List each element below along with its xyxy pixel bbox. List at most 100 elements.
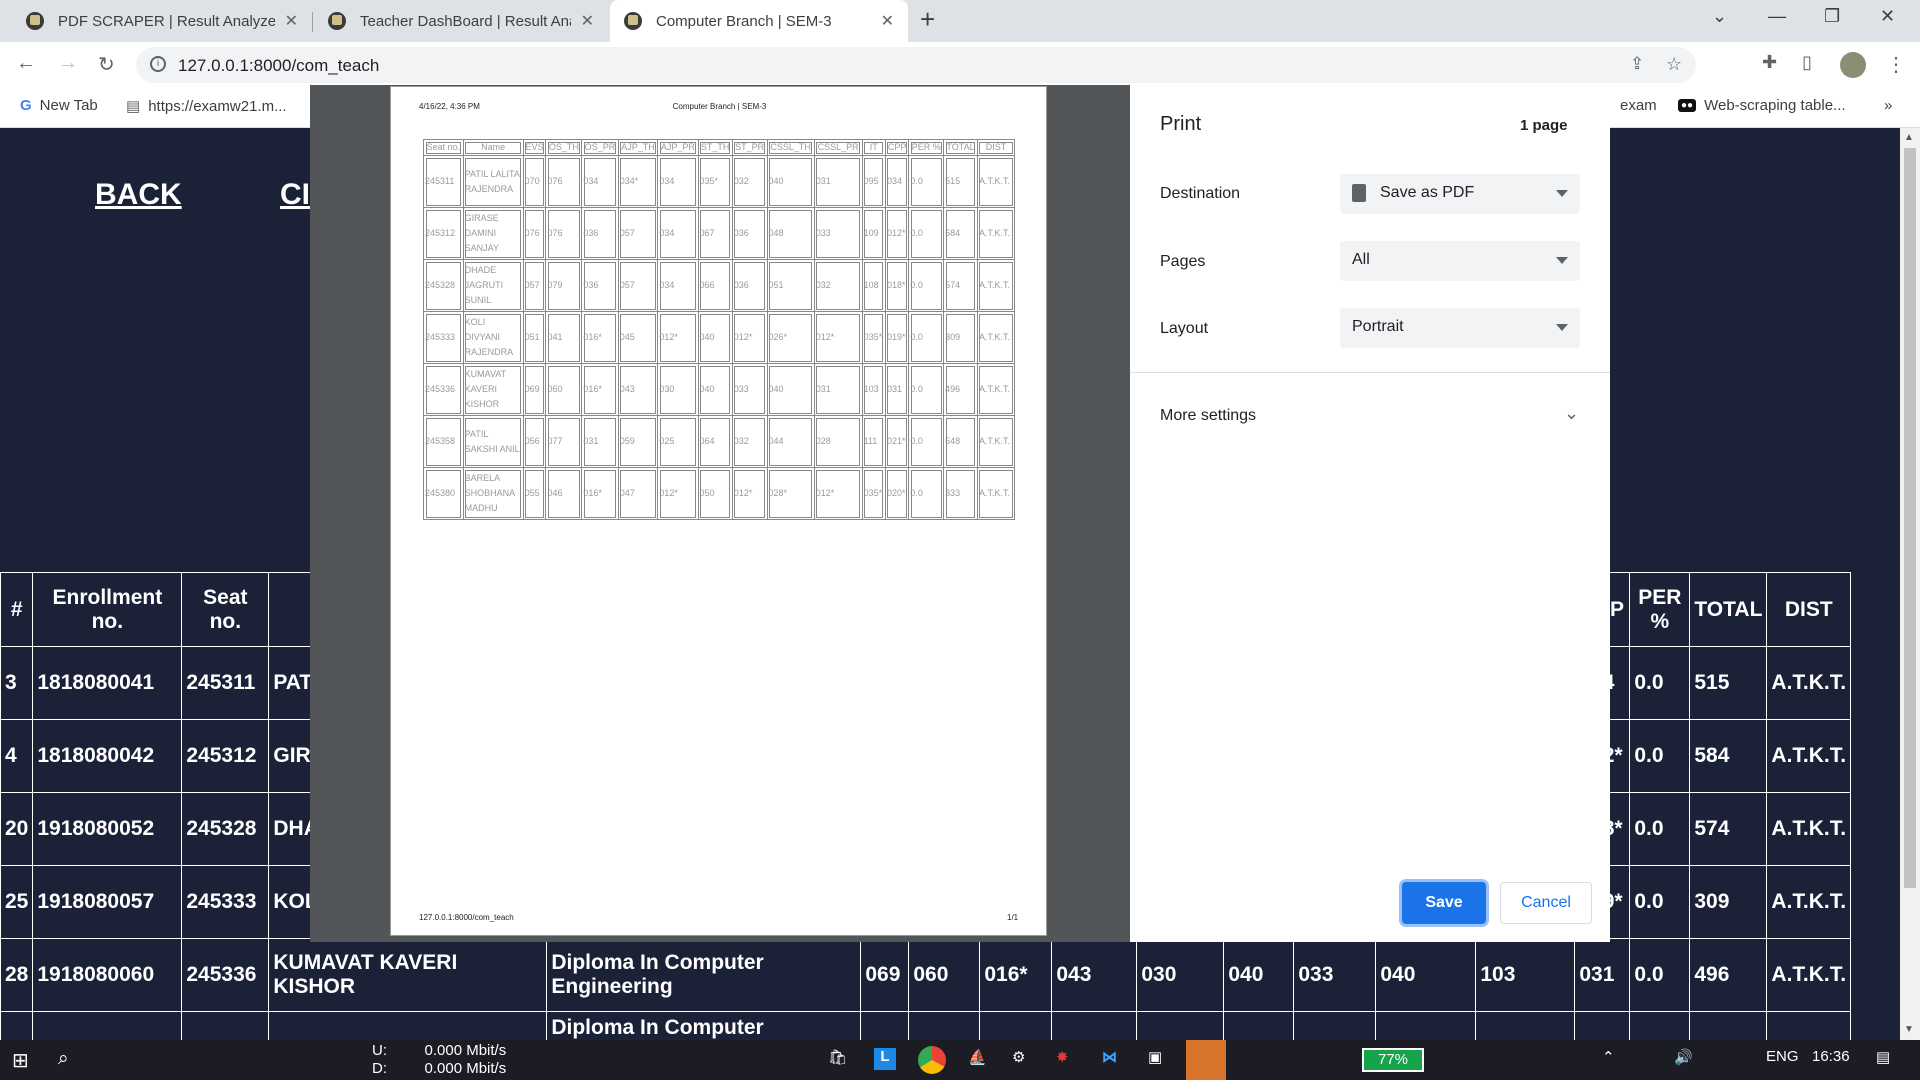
avatar[interactable] xyxy=(1840,52,1866,78)
tab-pdf-scraper[interactable]: PDF SCRAPER | Result Analyzer S ✕ xyxy=(12,0,312,42)
scrollbar-thumb[interactable] xyxy=(1904,148,1916,888)
share-icon[interactable]: ⇪ xyxy=(1630,54,1644,74)
save-button[interactable]: Save xyxy=(1402,882,1486,924)
preview-table: Seat no. Name EVS OS_TH OS_PR AJP_TH AJP_PR ST_… xyxy=(423,139,1016,520)
taskbar-overflow-icon[interactable]: ⌃ xyxy=(1602,1048,1615,1066)
preview-cell: 0.0 xyxy=(908,467,945,520)
preview-cell: 051 xyxy=(766,259,815,312)
destination-value: Save as PDF xyxy=(1380,184,1475,201)
windows-start-icon[interactable]: ⊞ xyxy=(12,1048,29,1073)
tab-search-icon[interactable]: ⌄ xyxy=(1712,6,1727,27)
bookmarks-overflow-icon[interactable]: » xyxy=(1884,97,1892,114)
preview-cell: 496 xyxy=(943,363,978,416)
bookmark-new-tab[interactable]: G New Tab xyxy=(20,97,98,114)
table-row: 28 1918080060 245336 KUMAVAT KAVERI KISH… xyxy=(0,938,1852,1012)
app-red-icon[interactable]: ✸ xyxy=(1056,1048,1069,1066)
address-bar[interactable]: i 127.0.0.1:8000/com_teach ☆ ⇪ xyxy=(136,47,1696,83)
minimize-icon[interactable]: — xyxy=(1768,6,1786,27)
print-preview-page: 4/16/22, 4:36 PM Computer Branch | SEM-3… xyxy=(390,86,1047,936)
preview-cell: 034 xyxy=(657,155,699,208)
layout-select[interactable]: Portrait xyxy=(1340,308,1580,348)
preview-header-row: Seat no. Name EVS OS_TH OS_PR AJP_TH AJP_PR ST_… xyxy=(423,139,1016,156)
back-icon[interactable]: ← xyxy=(16,52,36,75)
second-link[interactable]: CI xyxy=(280,178,310,212)
preview-cell: 030 xyxy=(657,363,699,416)
scroll-down-icon[interactable]: ▼ xyxy=(1904,1024,1914,1035)
vscode-icon[interactable]: ⋈ xyxy=(1102,1048,1117,1066)
tab-computer-branch[interactable]: Computer Branch | SEM-3 ✕ xyxy=(610,0,908,42)
col-header: Seat no. xyxy=(181,572,270,647)
cell-mark xyxy=(1223,1011,1295,1040)
back-link[interactable]: BACK xyxy=(95,178,182,212)
cell-mark: 040 xyxy=(1375,938,1477,1012)
tab-title: Computer Branch | SEM-3 xyxy=(656,12,832,30)
cell-total: 574 xyxy=(1689,792,1768,866)
preview-cell: 057 xyxy=(617,259,659,312)
tab-separator xyxy=(312,12,313,32)
preview-cell: 036 xyxy=(581,259,619,312)
search-icon[interactable]: ⌕ xyxy=(58,1048,69,1070)
pages-select[interactable]: All xyxy=(1340,241,1580,281)
app-l-icon[interactable]: L xyxy=(874,1048,896,1070)
side-panel-icon[interactable]: ▯ xyxy=(1802,52,1812,73)
windows-taskbar: ⊞ ⌕ U: 0.000 Mbit/s D: 0.000 Mbit/s 🛍 L … xyxy=(0,1040,1920,1080)
bookmark-star-icon[interactable]: ☆ xyxy=(1666,54,1682,75)
page-scrollbar[interactable]: ▲ ▼ xyxy=(1900,128,1920,1040)
preview-cell: 048 xyxy=(766,207,815,260)
chevron-down-icon xyxy=(1556,190,1568,197)
extensions-icon[interactable]: ✚ xyxy=(1762,52,1777,73)
tab-teacher-dashboard[interactable]: Teacher DashBoard | Result Analy ✕ xyxy=(314,0,608,42)
terminal-icon[interactable]: ▣ xyxy=(1148,1048,1162,1066)
store-icon[interactable]: 🛍 xyxy=(828,1048,847,1066)
preview-cell: 079 xyxy=(545,259,583,312)
preview-cell: A.T.K.T. xyxy=(976,311,1016,364)
new-tab-button[interactable]: + xyxy=(920,4,935,35)
site-info-icon[interactable]: i xyxy=(150,56,166,72)
language-indicator[interactable]: ENG xyxy=(1766,1048,1799,1065)
preview-cell: 108 xyxy=(861,259,886,312)
close-window-icon[interactable]: ✕ xyxy=(1880,6,1895,27)
chevron-down-icon: ⌄ xyxy=(1564,403,1580,423)
site-favicon-icon xyxy=(26,12,44,30)
reload-icon[interactable]: ↻ xyxy=(98,52,115,77)
notifications-icon[interactable]: ▤ xyxy=(1876,1048,1890,1066)
active-app-icon[interactable] xyxy=(1186,1040,1226,1080)
divider xyxy=(1130,372,1610,373)
preview-cell: 035* xyxy=(861,467,886,520)
preview-cell: 0.0 xyxy=(908,155,945,208)
bookmark-web-scraping[interactable]: ●● Web-scraping table... xyxy=(1678,97,1846,114)
forward-icon[interactable]: → xyxy=(58,52,78,75)
preview-cell: 012* xyxy=(657,311,699,364)
preview-cell: 0.0 xyxy=(908,363,945,416)
app-icon[interactable]: ⛵ xyxy=(968,1048,987,1066)
cell-seat xyxy=(181,1011,270,1040)
battery-indicator[interactable]: 77% xyxy=(1362,1048,1424,1072)
cancel-button[interactable]: Cancel xyxy=(1500,882,1592,924)
preview-col-header: EVS xyxy=(522,139,547,156)
clock[interactable]: 16:36 xyxy=(1812,1048,1850,1065)
page-count: 1 page xyxy=(1520,117,1568,134)
url-text[interactable]: 127.0.0.1:8000/com_teach xyxy=(178,56,379,76)
bookmark-exam[interactable]: exam xyxy=(1620,97,1657,114)
menu-icon[interactable]: ⋮ xyxy=(1886,52,1906,77)
preview-cell: 050 xyxy=(697,467,733,520)
preview-cell: 016* xyxy=(581,363,619,416)
cell-mark: 060 xyxy=(908,938,981,1012)
destination-select[interactable]: Save as PDF xyxy=(1340,174,1580,214)
more-settings-toggle[interactable]: More settings ⌄ xyxy=(1130,395,1610,441)
close-tab-icon[interactable]: ✕ xyxy=(581,11,594,31)
preview-cell: 026* xyxy=(766,311,815,364)
chrome-icon[interactable] xyxy=(918,1046,946,1074)
preview-cell: 051 xyxy=(522,311,547,364)
preview-cell: 109 xyxy=(861,207,886,260)
scroll-up-icon[interactable]: ▲ xyxy=(1904,132,1914,143)
restore-icon[interactable]: ❐ xyxy=(1824,6,1840,27)
close-tab-icon[interactable]: ✕ xyxy=(285,11,298,31)
preview-cell: 047 xyxy=(617,467,659,520)
settings-gear-icon[interactable]: ⚙ xyxy=(1012,1048,1025,1066)
volume-icon[interactable]: 🔊 xyxy=(1674,1048,1693,1066)
cell-dist: A.T.K.T. xyxy=(1766,865,1852,939)
cell-mark xyxy=(860,1011,910,1040)
close-tab-icon[interactable]: ✕ xyxy=(881,11,894,31)
bookmark-examw[interactable]: ▤ https://examw21.m... xyxy=(126,97,287,116)
